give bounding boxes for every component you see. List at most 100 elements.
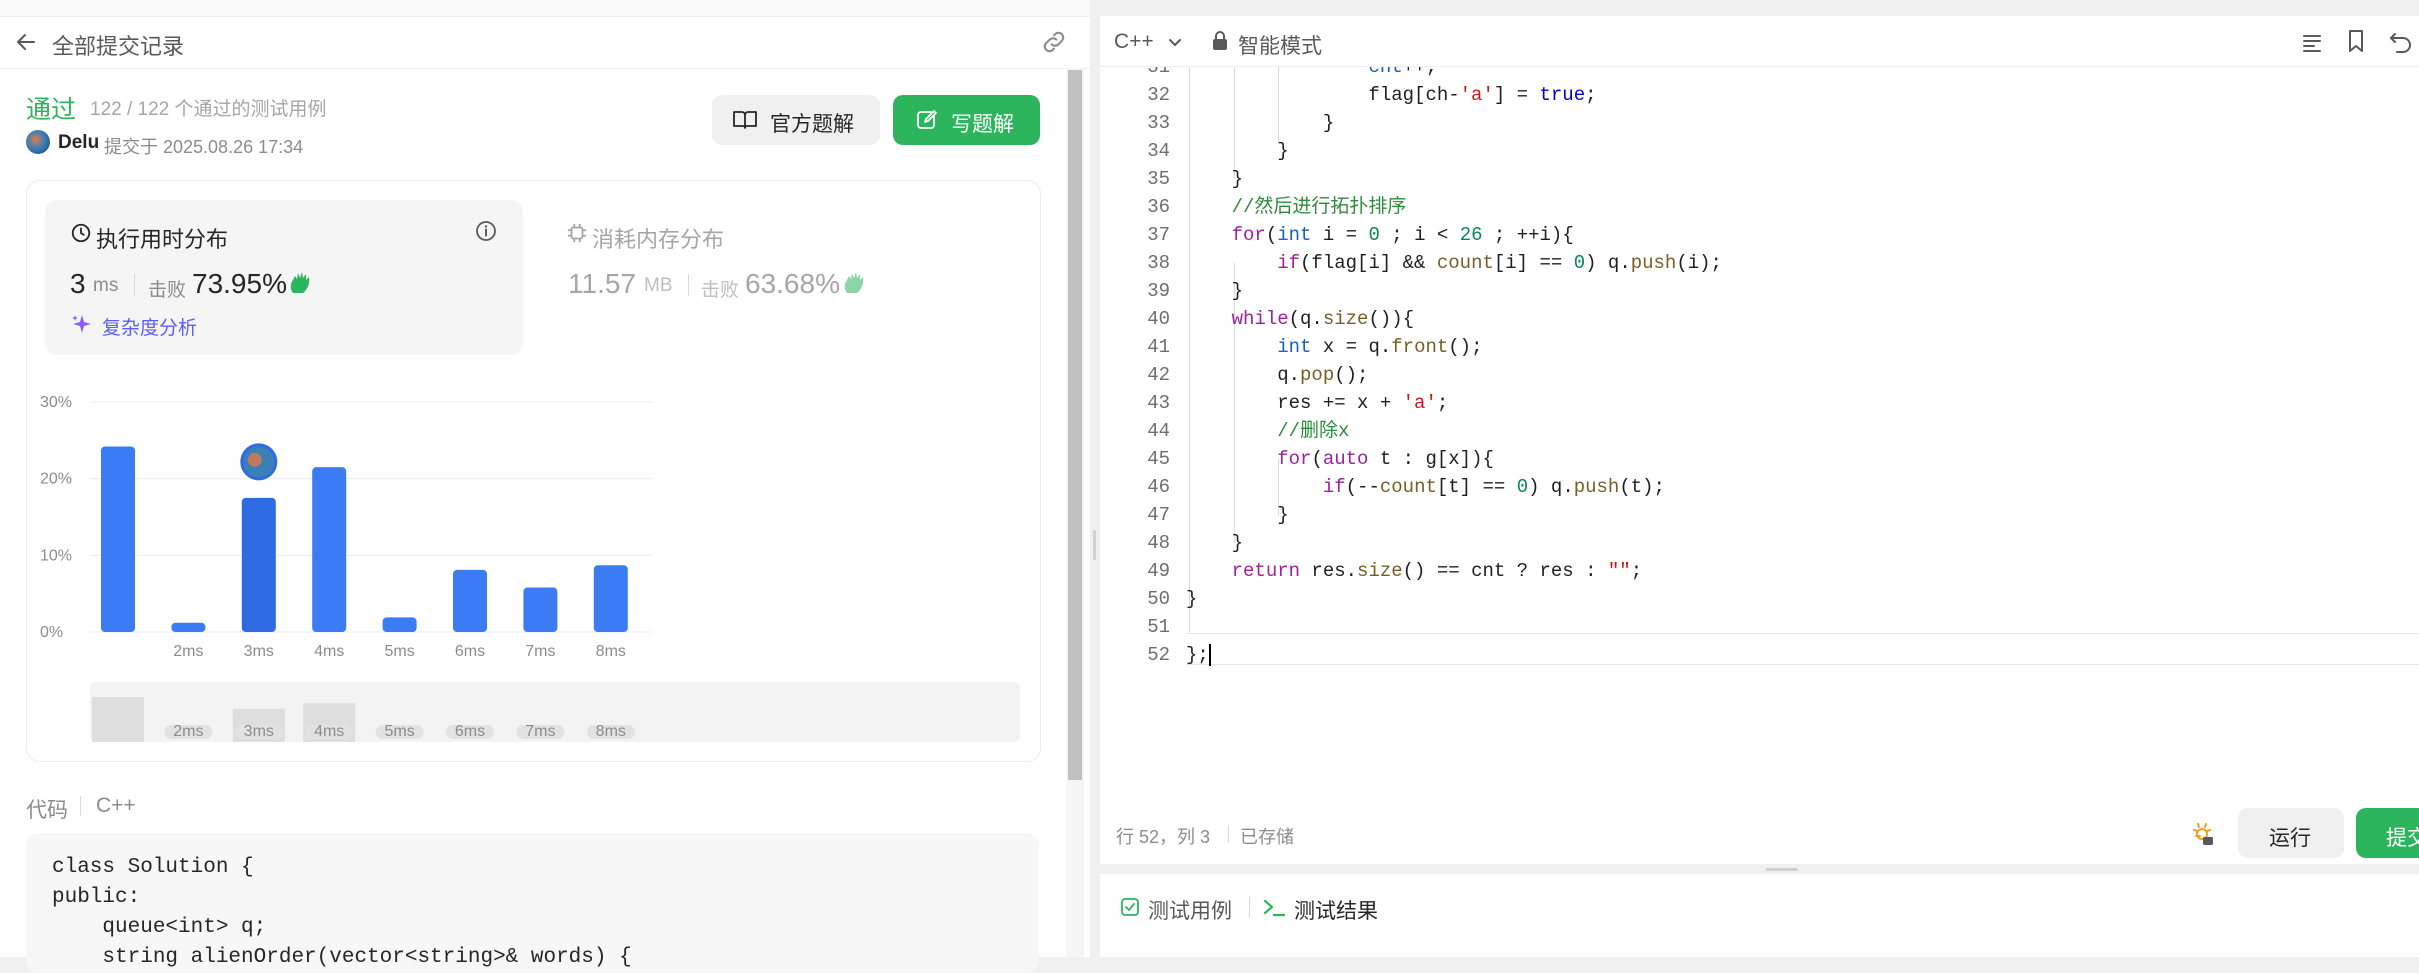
tab-testcase[interactable]: 测试用例 — [1148, 895, 1232, 925]
memory-title[interactable]: 消耗内存分布 — [592, 222, 724, 254]
format-lines-icon[interactable] — [2300, 30, 2324, 54]
navigator-label: 6ms — [455, 723, 485, 740]
arrow-left-icon[interactable] — [14, 30, 38, 54]
code-line[interactable]: } — [1186, 585, 1722, 613]
line-number: 33 — [1147, 112, 1170, 134]
complexity-analysis-link[interactable]: 复杂度分析 — [102, 313, 197, 340]
bar[interactable] — [101, 446, 135, 632]
chip-icon — [567, 223, 587, 243]
divider — [1249, 897, 1250, 917]
divider — [80, 796, 81, 816]
code-line[interactable]: cnt++; — [1186, 67, 1722, 81]
code-editor[interactable]: 31 32 33 34 35 36 37 38 39 40 41 42 43 44 45 46 47 48 49 50… — [1100, 67, 2419, 667]
line-number: 36 — [1147, 196, 1170, 218]
runtime-beats-value: 73.95% — [192, 268, 287, 299]
divider — [1228, 825, 1229, 843]
book-icon — [733, 111, 757, 129]
runtime-value: 3 — [70, 268, 86, 299]
code-line[interactable]: res += x + 'a'; — [1186, 389, 1722, 417]
run-button[interactable]: 运行 — [2238, 808, 2344, 858]
x-tick-label: 3ms — [244, 643, 274, 660]
code-line[interactable]: } — [1186, 501, 1722, 529]
smart-mode-toggle[interactable]: 智能模式 — [1238, 30, 1322, 60]
submit-button[interactable]: 提交 — [2356, 808, 2419, 858]
line-number: 32 — [1147, 84, 1170, 106]
language-select[interactable]: C++ — [1114, 30, 1154, 54]
line-number: 37 — [1147, 224, 1170, 246]
vertical-resize-handle[interactable] — [1766, 868, 1798, 871]
cursor-position: 行 52，列 3 — [1116, 827, 1211, 847]
avatar-detail — [247, 452, 262, 467]
code-line[interactable]: if(flag[i] && count[i] == 0) q.push(i); — [1186, 249, 1722, 277]
code-line[interactable]: int x = q.front(); — [1186, 333, 1722, 361]
code-line[interactable] — [1186, 613, 1722, 641]
status-accepted: 通过 — [26, 96, 77, 124]
scrollbar-thumb[interactable] — [1068, 70, 1082, 780]
memory-beats-label: 击败 — [701, 280, 740, 301]
navigator-bar — [92, 697, 144, 742]
code-line[interactable]: } — [1186, 277, 1722, 305]
panel-resize-handle[interactable] — [1090, 0, 1100, 957]
link-icon[interactable] — [1040, 28, 1068, 56]
info-icon[interactable] — [474, 219, 498, 243]
runtime-unit: ms — [93, 275, 119, 296]
code-line[interactable]: } — [1186, 109, 1722, 137]
submit-label: 提交 — [2386, 827, 2419, 850]
runtime-distribution-chart[interactable]: 0% 10% 20% 30% 2ms 3ms 4ms 5ms 6ms 7ms 8ms 2ms 3ms 4m… — [40, 370, 1030, 750]
memory-value: 11.57 — [568, 268, 636, 299]
x-tick-label: 5ms — [384, 643, 414, 660]
reset-icon[interactable] — [2388, 28, 2414, 54]
line-number: 43 — [1147, 392, 1170, 414]
code-line[interactable]: for(int i = 0 ; i < 26 ; ++i){ — [1186, 221, 1722, 249]
code-line[interactable]: flag[ch-'a'] = true; — [1186, 81, 1722, 109]
line-number: 50 — [1147, 588, 1170, 610]
code-line[interactable]: q.pop(); — [1186, 361, 1722, 389]
x-tick-label: 7ms — [525, 643, 555, 660]
code-block: class Solution { public: queue<int> q; s… — [52, 856, 632, 969]
code-line[interactable]: } — [1186, 165, 1722, 193]
checkbox-icon — [1121, 898, 1139, 916]
code-line[interactable]: for(auto t : g[x]){ — [1186, 445, 1722, 473]
runtime-title: 执行用时分布 — [96, 227, 229, 252]
x-tick-label: 8ms — [596, 643, 626, 660]
debug-lock-icon[interactable] — [2188, 820, 2216, 848]
official-solution-button[interactable]: 官方题解 — [712, 95, 880, 145]
bar[interactable] — [453, 569, 487, 632]
run-label: 运行 — [2269, 827, 2311, 850]
y-tick-label: 0% — [40, 624, 63, 641]
code-line[interactable]: return res.size() == cnt ? res : ""; — [1186, 557, 1722, 585]
bar[interactable] — [523, 587, 558, 632]
bar[interactable] — [382, 617, 417, 632]
line-number: 45 — [1147, 448, 1170, 470]
avatar[interactable] — [26, 130, 50, 154]
top-tabs-strip — [0, 0, 1090, 17]
bar[interactable] — [312, 467, 347, 632]
bookmark-icon[interactable] — [2344, 28, 2368, 54]
code-line[interactable]: if(--count[t] == 0) q.push(t); — [1186, 473, 1722, 501]
bar[interactable] — [241, 497, 276, 632]
y-tick-label: 20% — [40, 471, 72, 488]
line-number: 51 — [1147, 616, 1170, 638]
code-line[interactable]: }; — [1186, 641, 1722, 667]
author-name[interactable]: Delu — [58, 132, 99, 154]
x-tick-label: 6ms — [455, 643, 485, 660]
all-submissions-link[interactable]: 全部提交记录 — [52, 29, 184, 61]
line-number: 34 — [1147, 140, 1170, 162]
code-line[interactable]: while(q.size()){ — [1186, 305, 1722, 333]
chevron-down-icon[interactable] — [1166, 33, 1184, 51]
code-language: C++ — [96, 794, 136, 817]
code-line[interactable]: } — [1186, 529, 1722, 557]
line-number: 48 — [1147, 532, 1170, 554]
code-line[interactable]: //然后进行拓扑排序 — [1186, 193, 1722, 221]
code-lines: cnt++; flag[ch-'a'] = true; } } } //然后进行… — [1186, 67, 1722, 667]
code-line[interactable]: } — [1186, 137, 1722, 165]
bar[interactable] — [171, 622, 206, 632]
code-line[interactable]: //删除x — [1186, 417, 1722, 445]
line-number-gutter: 31 32 33 34 35 36 37 38 39 40 41 42 43 44 45 46 47 48 49 50… — [1100, 67, 1170, 667]
sparkle-icon — [72, 315, 91, 333]
tab-test-result[interactable]: 测试结果 — [1294, 895, 1378, 925]
write-solution-button[interactable]: 写题解 — [893, 95, 1040, 145]
bar[interactable] — [593, 565, 628, 632]
divider — [688, 274, 689, 296]
x-tick-label: 4ms — [314, 643, 344, 660]
